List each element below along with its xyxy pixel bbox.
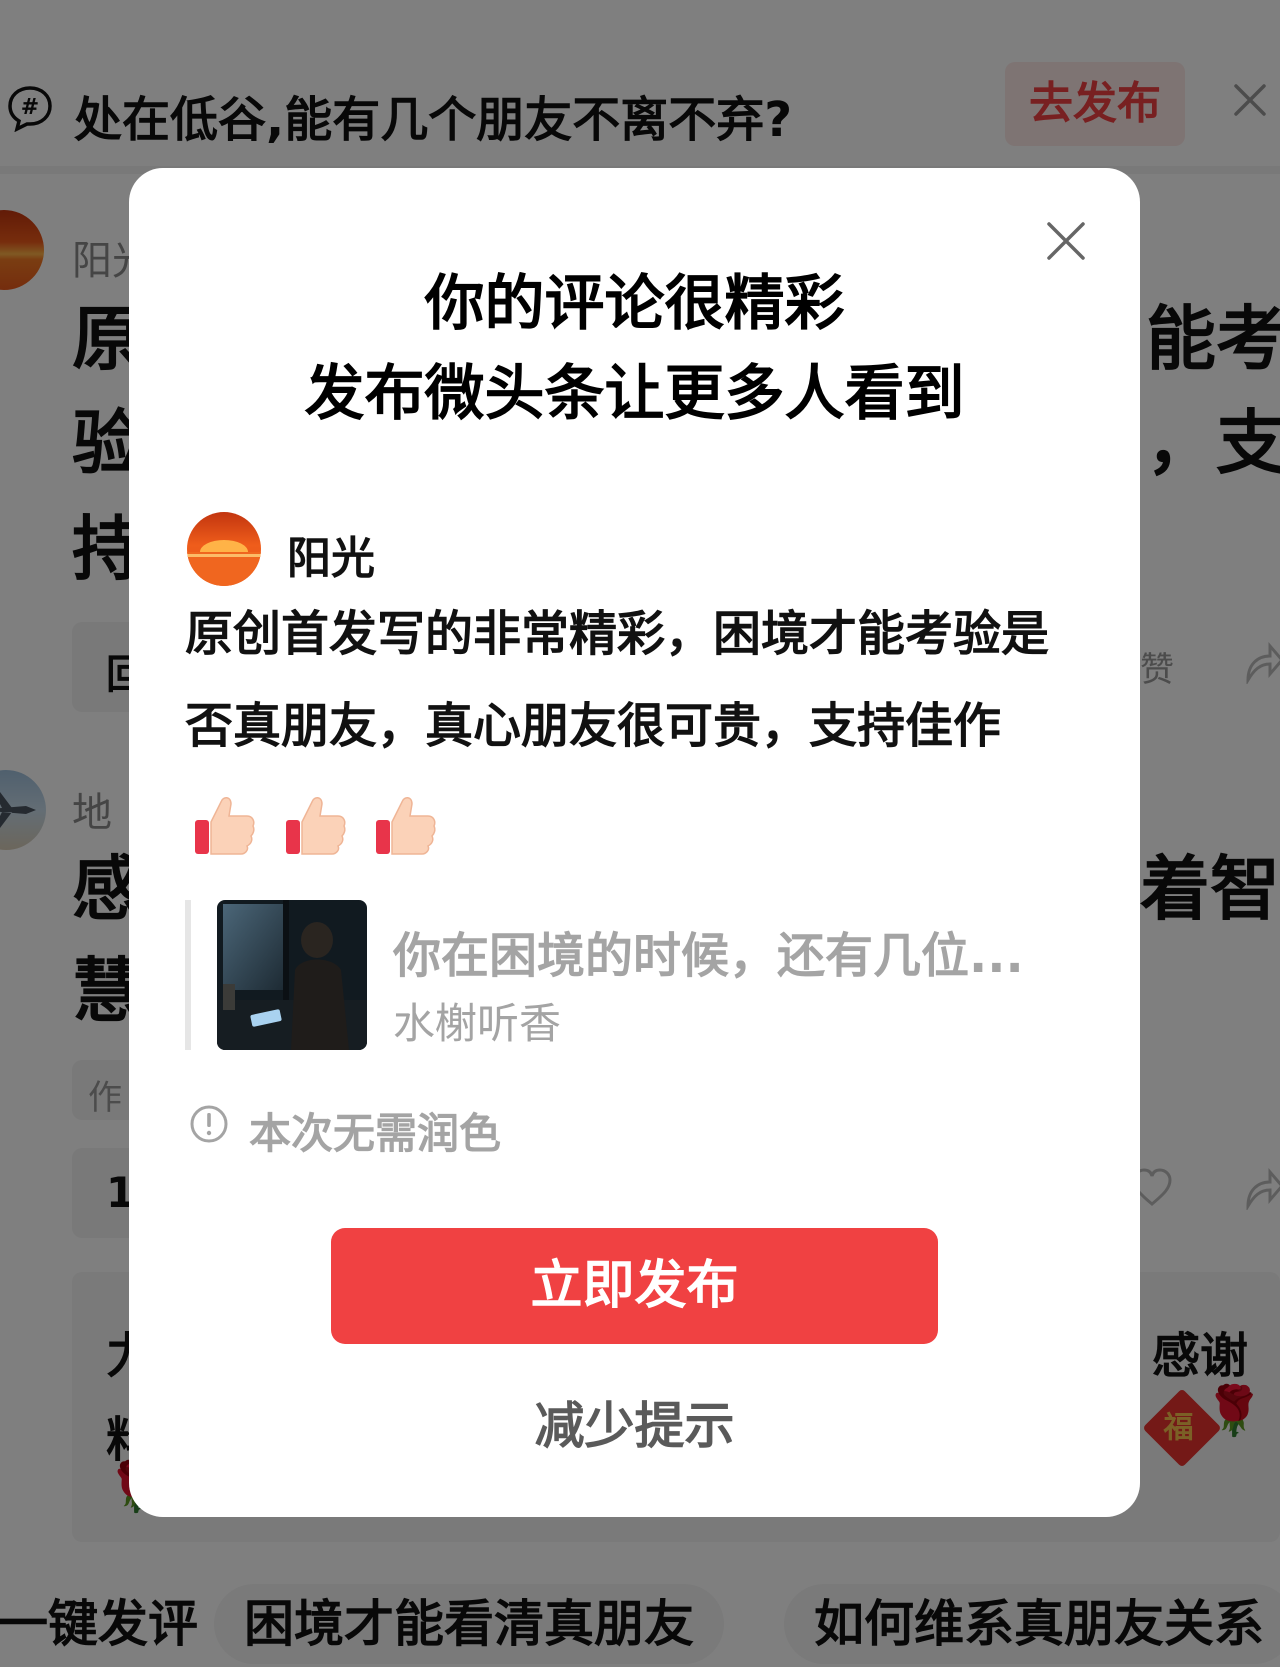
publish-now-button[interactable]: 立即发布 — [331, 1228, 938, 1344]
comment-text: 原创首发写的非常精彩，困境才能考验是否真朋友，真心朋友很可贵，支持佳作 — [185, 606, 1050, 754]
thumbs-up-icon — [285, 797, 346, 855]
info-icon — [190, 1105, 228, 1143]
dialog-title: 你的评论很精彩 — [424, 269, 845, 339]
article-thumbnail[interactable] — [217, 900, 367, 1050]
thumbs-up-emojis — [191, 775, 446, 867]
publish-suggestion-dialog: 你的评论很精彩 发布微头条让更多人看到 阳光 原创首发写的非常精彩，困境才能考验… — [129, 168, 1140, 1517]
polish-notice-text: 本次无需润色 — [249, 1109, 502, 1158]
thumbs-up-icon — [195, 797, 255, 855]
dialog-subtitle: 发布微头条让更多人看到 — [304, 359, 965, 429]
reduce-prompts-link[interactable]: 减少提示 — [129, 1386, 1140, 1458]
thumbs-up-icon — [376, 797, 436, 855]
close-icon[interactable] — [1045, 220, 1087, 262]
comment-body: 原创首发写的非常精彩，困境才能考验是否真朋友，真心朋友很可贵，支持佳作 — [185, 588, 1085, 867]
quoted-article-author: 水榭听香 — [393, 999, 562, 1048]
quoted-article-title[interactable]: 你在困境的时候，还有几位... — [393, 916, 1024, 986]
comment-author: 阳光 — [287, 533, 375, 584]
quote-bar — [185, 900, 191, 1050]
avatar — [187, 512, 261, 586]
